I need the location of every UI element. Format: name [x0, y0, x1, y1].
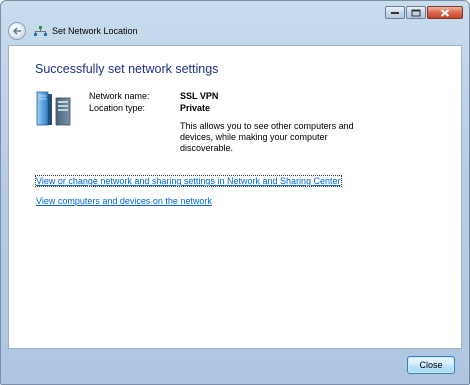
maximize-icon — [411, 9, 421, 16]
view-computers-link[interactable]: View computers and devices on the networ… — [36, 196, 212, 206]
location-type-row: Location type: Private — [89, 102, 218, 114]
minimize-icon — [391, 11, 399, 14]
window-controls — [384, 6, 463, 19]
window-close-button[interactable] — [427, 6, 463, 19]
close-button[interactable]: Close — [407, 356, 455, 374]
server-icon — [36, 91, 71, 126]
close-icon — [440, 8, 450, 17]
back-button[interactable] — [8, 22, 26, 40]
set-network-location-window: Set Network Location Successfully set ne… — [0, 0, 470, 385]
sharing-center-link[interactable]: View or change network and sharing setti… — [35, 175, 342, 187]
back-arrow-icon — [12, 27, 21, 35]
location-type-label: Location type: — [89, 103, 146, 113]
network-name-row: Network name: SSL VPN — [89, 90, 218, 102]
network-info: Network name: SSL VPN Location type: Pri… — [89, 90, 218, 114]
window-title: Set Network Location — [52, 26, 138, 36]
location-type-value: Private — [180, 103, 211, 113]
page-heading: Successfully set network settings — [35, 62, 219, 76]
content-panel: Successfully set network settings Networ… — [8, 45, 462, 349]
navigation-bar: Set Network Location — [1, 21, 469, 45]
network-icon — [34, 26, 47, 36]
minimize-button[interactable] — [385, 6, 405, 19]
maximize-button[interactable] — [406, 6, 426, 19]
location-description: This allows you to see other computers a… — [180, 121, 354, 153]
network-name-value: SSL VPN — [180, 91, 219, 101]
network-name-label: Network name: — [89, 91, 150, 101]
